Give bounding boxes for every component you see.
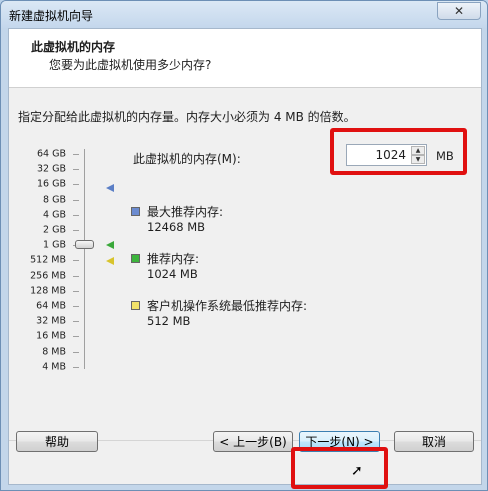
wizard-window: 新建虚拟机向导 ✕ 此虚拟机的内存 您要为此虚拟机使用多少内存? 指定分配给此虚… bbox=[0, 0, 488, 491]
memory-slider-thumb[interactable] bbox=[75, 240, 94, 249]
slider-tick bbox=[73, 306, 79, 307]
legend-min-title: 客户机操作系统最低推荐内存: bbox=[147, 299, 308, 313]
memory-unit-label: MB bbox=[436, 149, 454, 163]
slider-scale-label: 16 MB bbox=[36, 330, 66, 342]
legend-recommended-title: 推荐内存: bbox=[147, 252, 200, 266]
slider-scale-label: 16 GB bbox=[37, 178, 66, 190]
slider-tick bbox=[73, 214, 79, 216]
slider-tick bbox=[73, 321, 79, 323]
spin-up-button[interactable]: ▲ bbox=[411, 146, 425, 155]
slider-tick bbox=[73, 199, 79, 201]
min-recommended-marker-icon bbox=[106, 257, 114, 265]
window-title: 新建虚拟机向导 bbox=[9, 9, 94, 23]
arrow-up-icon: ▲ bbox=[415, 147, 421, 154]
memory-spinbox[interactable]: 1024 ▲ ▼ bbox=[346, 144, 427, 166]
min-recommended-swatch bbox=[131, 301, 140, 310]
legend-max-title: 最大推荐内存: bbox=[147, 205, 224, 219]
slider-tick bbox=[73, 351, 79, 353]
slider-tick bbox=[73, 336, 79, 338]
next-button[interactable]: 下一步(N) > bbox=[299, 431, 380, 452]
cancel-button[interactable]: 取消 bbox=[394, 431, 474, 452]
max-recommended-swatch bbox=[131, 207, 140, 216]
wizard-header: 此虚拟机的内存 您要为此虚拟机使用多少内存? bbox=[9, 29, 481, 88]
slider-scale-label: 32 MB bbox=[36, 315, 66, 327]
slider-tick bbox=[73, 366, 79, 368]
back-button[interactable]: < 上一步(B) bbox=[213, 431, 293, 452]
slider-tick bbox=[73, 290, 79, 292]
slider-scale-label: 2 GB bbox=[43, 224, 66, 236]
legend-min-value: 512 MB bbox=[147, 314, 191, 328]
page-title: 此虚拟机的内存 bbox=[31, 40, 116, 54]
slider-tick bbox=[73, 275, 79, 277]
slider-tick bbox=[73, 260, 79, 262]
slider-scale-label: 256 MB bbox=[30, 270, 66, 282]
wizard-body: 此虚拟机的内存 您要为此虚拟机使用多少内存? 指定分配给此虚拟机的内存量。内存大… bbox=[8, 28, 482, 485]
memory-slider-track[interactable] bbox=[84, 149, 85, 369]
recommended-swatch bbox=[131, 254, 140, 263]
mouse-cursor-icon: ➚ bbox=[351, 463, 363, 479]
slider-scale-label: 1 GB bbox=[43, 239, 66, 251]
spin-buttons: ▲ ▼ bbox=[411, 146, 425, 164]
help-button[interactable]: 帮助 bbox=[16, 431, 98, 452]
slider-scale-label: 4 GB bbox=[43, 209, 66, 221]
close-icon: ✕ bbox=[453, 4, 465, 18]
arrow-down-icon: ▼ bbox=[415, 156, 421, 163]
slider-scale-label: 128 MB bbox=[30, 285, 66, 297]
slider-tick bbox=[73, 169, 79, 171]
page-subtitle: 您要为此虚拟机使用多少内存? bbox=[49, 58, 212, 72]
slider-tick bbox=[73, 154, 79, 155]
close-button[interactable]: ✕ bbox=[437, 2, 481, 20]
slider-scale-label: 64 GB bbox=[37, 148, 66, 160]
slider-scale-label: 512 MB bbox=[30, 254, 66, 266]
slider-scale-label: 8 GB bbox=[43, 194, 66, 206]
slider-tick bbox=[73, 184, 79, 186]
spin-down-button[interactable]: ▼ bbox=[411, 155, 425, 164]
memory-input[interactable]: 1024 bbox=[375, 148, 406, 162]
slider-scale-label: 32 GB bbox=[37, 163, 66, 175]
title-bar[interactable]: 新建虚拟机向导 ✕ bbox=[1, 1, 487, 28]
slider-scale-label: 64 MB bbox=[36, 300, 66, 312]
legend-max-value: 12468 MB bbox=[147, 220, 206, 234]
instruction-text: 指定分配给此虚拟机的内存量。内存大小必须为 4 MB 的倍数。 bbox=[18, 110, 356, 124]
max-recommended-marker-icon bbox=[106, 184, 114, 192]
slider-scale-label: 8 MB bbox=[42, 346, 66, 358]
slider-scale-label: 4 MB bbox=[42, 361, 66, 373]
legend-recommended-value: 1024 MB bbox=[147, 267, 198, 281]
memory-field-label: 此虚拟机的内存(M): bbox=[133, 152, 241, 166]
slider-tick bbox=[73, 230, 79, 231]
recommended-marker-icon bbox=[106, 241, 114, 249]
